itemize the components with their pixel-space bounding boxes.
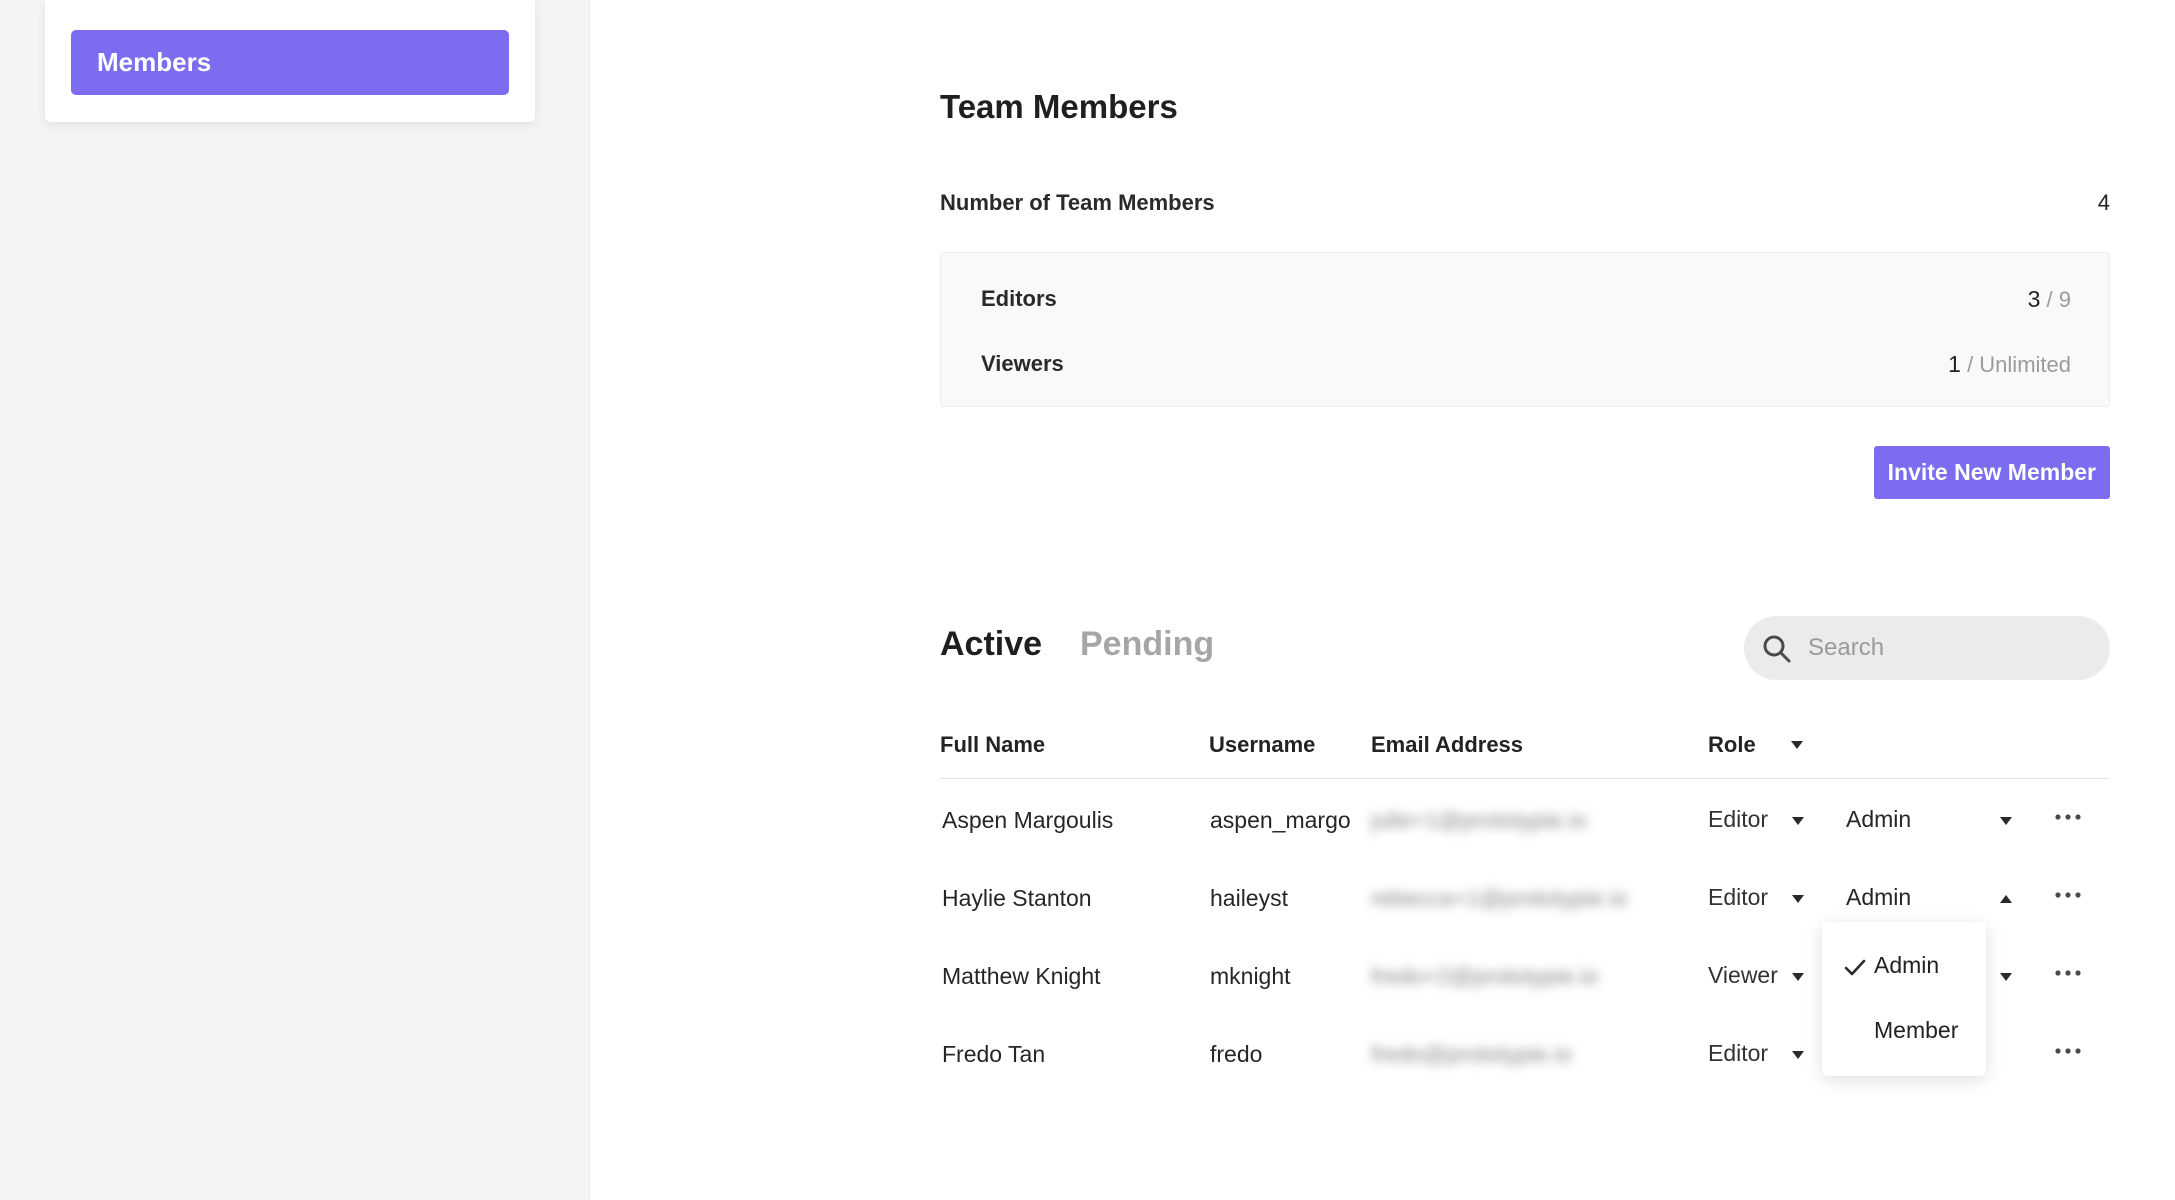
chevron-down-icon[interactable]: [1999, 972, 2013, 982]
dropdown-option-admin[interactable]: Admin: [1874, 952, 1939, 979]
sidebar-item-members[interactable]: Members: [71, 30, 509, 95]
search-box[interactable]: [1744, 616, 2110, 680]
member-username: fredo: [1210, 1041, 1263, 1067]
column-header-role: Role: [1708, 732, 1756, 757]
member-username: mknight: [1210, 963, 1291, 989]
more-options-icon[interactable]: [2054, 965, 2082, 981]
role-value: Viewer: [1708, 962, 1778, 988]
role-value: Editor: [1708, 806, 1769, 832]
chevron-down-icon[interactable]: [1791, 1050, 1805, 1060]
permission-dropdown-menu: Admin Member: [1822, 922, 1986, 1076]
role-value: Editor: [1708, 1040, 1769, 1066]
member-username: haileyst: [1210, 885, 1288, 911]
invite-new-member-button[interactable]: Invite New Member: [1873, 446, 2110, 499]
role-select[interactable]: Editor: [1708, 884, 1768, 911]
viewers-quota-row: Viewers 1 / Unlimited: [981, 351, 2071, 377]
column-header-full-name: Full Name: [940, 732, 1046, 757]
viewers-used: 1: [1948, 351, 1961, 377]
member-email: julie+1@prototypie.io: [1371, 807, 1587, 833]
role-select[interactable]: Editor: [1708, 1040, 1768, 1067]
role-select[interactable]: Editor: [1708, 806, 1768, 833]
role-value: Editor: [1708, 884, 1769, 910]
dropdown-option-member[interactable]: Member: [1874, 1017, 1958, 1044]
main-content: Team Members Number of Team Members 4 Ed…: [940, 0, 2110, 1200]
editors-used: 3: [2027, 286, 2041, 312]
table-header-divider: [940, 778, 2110, 779]
chevron-down-icon[interactable]: [1791, 816, 1805, 826]
role-filter-caret-down-icon[interactable]: [1790, 740, 1804, 750]
column-header-username: Username: [1209, 732, 1316, 757]
column-header-email: Email Address: [1371, 732, 1524, 757]
tab-pending[interactable]: Pending: [1080, 625, 1214, 664]
viewers-limit: / Unlimited: [1960, 352, 2071, 377]
table-row: Aspen Margoulis aspen_margo julie+1@prot…: [940, 806, 2110, 867]
search-icon: [1763, 635, 1791, 663]
editors-quota-row: Editors 3 / 9: [981, 286, 2071, 312]
member-email: fredo+2@prototypie.io: [1371, 963, 1599, 989]
chevron-up-icon[interactable]: [1999, 894, 2013, 904]
editors-label: Editors: [981, 286, 1057, 311]
member-count-label: Number of Team Members: [940, 190, 1215, 215]
checkmark-icon: [1844, 959, 1866, 976]
permission-select[interactable]: Admin: [1846, 806, 1911, 833]
member-username: aspen_margo: [1210, 807, 1351, 833]
quota-box: Editors 3 / 9 Viewers 1 / Unlimited: [940, 252, 2110, 407]
more-options-icon[interactable]: [2054, 809, 2082, 825]
more-options-icon[interactable]: [2054, 887, 2082, 903]
chevron-down-icon[interactable]: [1999, 816, 2013, 826]
member-count-value: 4: [2097, 190, 2110, 215]
search-input[interactable]: [1808, 616, 2088, 680]
chevron-down-icon[interactable]: [1791, 894, 1805, 904]
sidebar: Members: [0, 0, 590, 1200]
member-count-row: Number of Team Members 4: [940, 190, 2110, 216]
page-title: Team Members: [940, 88, 1178, 125]
permission-select[interactable]: Admin: [1846, 884, 1911, 911]
sidebar-menu-card: Members: [45, 0, 535, 122]
chevron-down-icon[interactable]: [1791, 972, 1805, 982]
more-options-icon[interactable]: [2054, 1043, 2082, 1059]
tab-active[interactable]: Active: [940, 625, 1042, 664]
member-email: fredo@prototypie.io: [1371, 1041, 1573, 1067]
member-email: rebecca+1@prototypie.io: [1371, 885, 1628, 911]
member-full-name: Matthew Knight: [942, 963, 1101, 989]
member-full-name: Fredo Tan: [942, 1041, 1046, 1067]
member-full-name: Haylie Stanton: [942, 885, 1092, 911]
viewers-quota-value: 1 / Unlimited: [1948, 351, 2071, 378]
editors-quota-value: 3 / 9: [2028, 286, 2071, 313]
editors-limit: / 9: [2040, 287, 2071, 312]
member-full-name: Aspen Margoulis: [942, 807, 1114, 833]
viewers-label: Viewers: [981, 351, 1064, 376]
role-select[interactable]: Viewer: [1708, 962, 1778, 989]
